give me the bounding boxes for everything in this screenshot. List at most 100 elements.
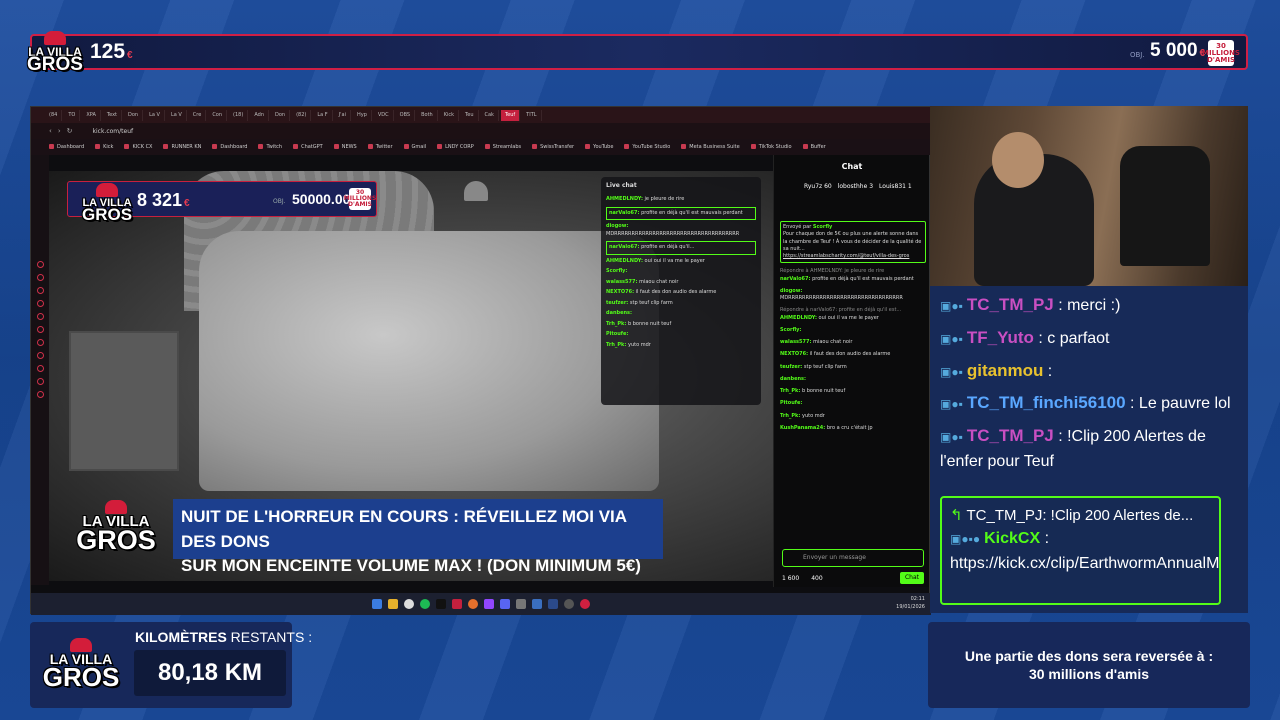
back-icon[interactable]: ‹ [49,127,52,135]
pinned-link[interactable]: https://streamlabscharity.com/@teuf/vill… [783,253,923,260]
explorer-icon[interactable] [388,599,398,609]
overlay-username: TF_Yuto [966,327,1034,347]
browser-tab[interactable]: Text [103,109,122,121]
bookmark-item[interactable]: Twitter [368,144,393,150]
app-icon[interactable] [452,599,462,609]
bookmark-item[interactable]: Dashboard [49,144,84,150]
bookmark-item[interactable]: NEWS [334,144,357,150]
app-icon[interactable] [580,599,590,609]
browser-tab[interactable]: Con [208,109,228,121]
nav-icon[interactable] [36,391,44,398]
nav-icon[interactable] [36,274,44,281]
chat-send-button[interactable]: Chat [900,572,924,584]
overlay-username: gitanmou [966,360,1044,380]
bookmark-item[interactable]: RUNNER KN [163,144,201,150]
browser-tab[interactable]: Teuf [500,109,521,121]
bookmark-item[interactable]: YouTube Studio [624,144,670,150]
stream-video[interactable]: LA VILLA GROS 8 321€ OBJ. 50000.00€ 30 M… [49,171,773,581]
browser-tab[interactable]: VDC [374,109,394,121]
nav-icon[interactable] [36,378,44,385]
address-bar[interactable]: ‹ › ↻ kick.com/teuf [31,123,931,139]
spotify-icon[interactable] [420,599,430,609]
banner-line2: SUR MON ENCEINTE VOLUME MAX ! (DON MINIM… [181,556,641,576]
browser-tab[interactable]: TITL [522,109,542,121]
browser-tab[interactable]: La F [313,109,333,121]
bookmark-item[interactable]: YouTube [585,144,613,150]
bookmark-item[interactable]: SwissTransfer [532,144,574,150]
nav-icon[interactable] [36,261,44,268]
charity-line2: 30 millions d'amis [1028,666,1150,682]
chat-username: Trh_Pk: [780,388,801,394]
gaming-chair [1120,146,1210,266]
live-chat-list: AHMEDLNDY: je pleure de rire narValo67: p… [606,196,756,349]
nav-icon[interactable] [36,287,44,294]
overlay-username: TC_TM_PJ [966,295,1054,314]
reply-preview: Répondre à narValo67: profite en déjà qu… [780,307,902,314]
app-icon[interactable] [516,599,526,609]
kick-chat-panel: Chat Ryu7z 60 lobosthhe 3 Louis831 1 Envoy… [773,155,929,587]
highlighted-chat-message: ↰ TC_TM_PJ: !Clip 200 Alertes de... ▣●▪●… [940,496,1221,605]
chat-username: Trh_Pk: [606,341,627,348]
browser-tab[interactable]: Kick [440,109,460,121]
chat-username: Pitoufe: [606,331,629,337]
nav-icon[interactable] [36,365,44,372]
chat-message: Répondre à AHMEDLNDY: je pleure de rire n… [780,268,926,283]
nav-icon[interactable] [36,313,44,320]
chat-message: NEXTO76: il faut des don audio des alarm… [780,351,891,358]
firefox-icon[interactable] [468,599,478,609]
discord-icon[interactable] [500,599,510,609]
logo-line2: GROS [27,54,83,76]
bookmark-item[interactable]: ChatGPT [293,144,323,150]
browser-tab[interactable]: J'ai [335,109,351,121]
bookmark-item[interactable]: Meta Business Suite [681,144,739,150]
browser-tab[interactable]: Don [124,109,144,121]
browser-tab[interactable]: Adn [250,109,269,121]
steam-icon[interactable] [548,599,558,609]
bookmark-item[interactable]: LNDY CORP [437,144,474,150]
nav-icon[interactable] [36,352,44,359]
live-chat-message: diogow: MDRRRRRRRRRRRRRRRRRRRRRRRRRRRRRR… [606,223,740,237]
bookmark-item[interactable]: KICK CX [124,144,152,150]
browser-tab[interactable]: Don [271,109,291,121]
live-chat-message: walass577: miaou chat noir [606,278,679,285]
browser-tab[interactable]: La V [145,109,165,121]
bookmark-item[interactable]: Twitch [258,144,282,150]
chat-username: Pitoufe: [780,400,803,407]
objective-label: OBJ. [1130,51,1145,59]
url-text[interactable]: kick.com/teuf [93,128,134,135]
browser-tab[interactable]: La V [167,109,187,121]
browser-tab[interactable]: Hyp [353,109,372,121]
bookmark-item[interactable]: Streamlabs [485,144,521,150]
reload-icon[interactable]: ↻ [67,127,73,135]
nav-icon[interactable] [36,326,44,333]
start-icon[interactable] [372,599,382,609]
browser-tab[interactable]: Cak [481,109,499,121]
chrome-icon[interactable] [404,599,414,609]
bookmark-item[interactable]: Gmail [404,144,427,150]
twitch-icon[interactable] [484,599,494,609]
bookmark-item[interactable]: Buffer [803,144,826,150]
bookmark-item[interactable]: TikTok Studio [751,144,792,150]
nav-icon[interactable] [36,339,44,346]
bookmark-item[interactable]: Dashboard [212,144,247,150]
streamer-head [992,132,1044,188]
browser-tab[interactable]: (82) [292,109,312,121]
browser-tab[interactable]: (84 [45,109,63,121]
browser-tab[interactable]: OBS [396,109,416,121]
browser-tab[interactable]: XPA [82,109,101,121]
logo-line2: GROS [42,661,120,692]
chat-input[interactable]: Envoyer un message [782,549,924,567]
browser-tab[interactable]: (18) [229,109,249,121]
browser-tab[interactable]: Both [417,109,438,121]
obs-icon[interactable] [436,599,446,609]
app-icon[interactable] [532,599,542,609]
forward-icon[interactable]: › [58,127,61,135]
browser-tab[interactable]: Cre [189,109,207,121]
settings-icon[interactable] [564,599,574,609]
chat-title: Chat [841,162,863,171]
nav-icon[interactable] [36,300,44,307]
bookmark-item[interactable]: Kick [95,144,113,150]
browser-tab[interactable]: Teu [461,109,479,121]
chat-message: Scorfly: [780,327,926,334]
browser-tab[interactable]: TO [64,109,81,121]
